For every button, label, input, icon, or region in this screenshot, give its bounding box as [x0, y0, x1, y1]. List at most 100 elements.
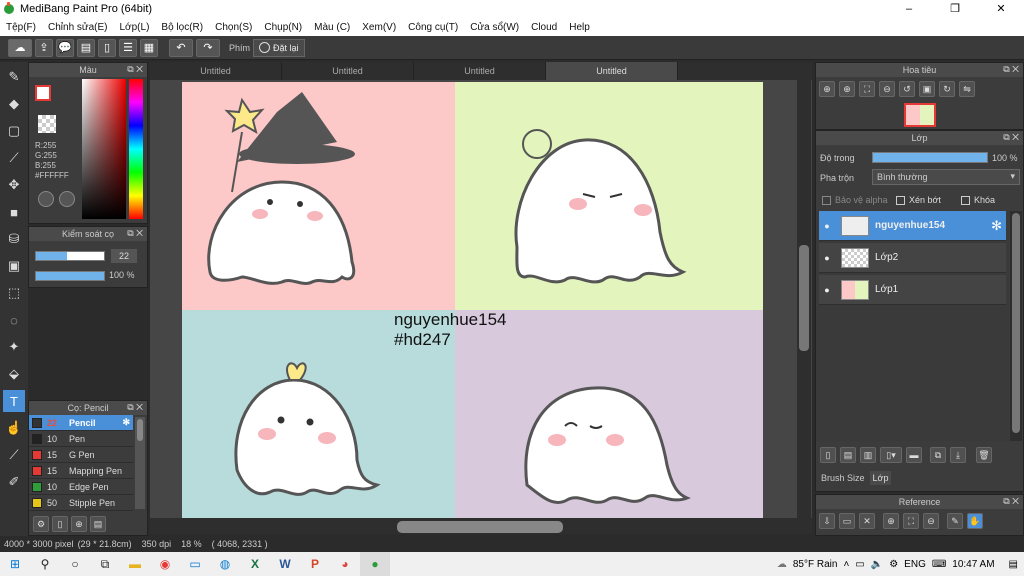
gear-icon[interactable]: ✻: [122, 417, 130, 428]
maximize-button[interactable]: ❐: [932, 0, 978, 18]
layout-icon[interactable]: ▦: [140, 38, 158, 57]
ime-icon[interactable]: ⚙: [889, 559, 898, 570]
panel-close-icon[interactable]: ⧉ ✕: [1003, 132, 1019, 143]
zoom-in-icon[interactable]: ⊕: [883, 513, 899, 529]
page-icon[interactable]: ▯: [98, 38, 116, 57]
clipping-checkbox[interactable]: Xén bớt: [896, 195, 941, 205]
brush-opacity-slider[interactable]: [35, 271, 105, 281]
file-explorer-icon[interactable]: ▬: [120, 552, 150, 576]
move-icon[interactable]: ✥: [3, 174, 25, 196]
layer-row[interactable]: ● Lớp2: [819, 243, 1006, 273]
clock-time[interactable]: 10:47 AM: [952, 559, 994, 570]
chrome-icon[interactable]: ◕: [330, 552, 360, 576]
brush-list-item[interactable]: 15 G Pen: [29, 447, 133, 463]
edge-icon[interactable]: ◍: [210, 552, 240, 576]
bucket-icon[interactable]: ⛁: [3, 228, 25, 250]
notification-icon[interactable]: ▤: [1009, 559, 1018, 570]
brush-list-item[interactable]: 15 Mapping Pen: [29, 463, 133, 479]
gear-icon[interactable]: ✻: [991, 218, 1002, 234]
speech-bubble-icon[interactable]: 💬: [56, 38, 74, 57]
artwork[interactable]: nguyenhue154 #hd247: [182, 82, 763, 518]
eraser-icon[interactable]: ◆: [3, 93, 25, 115]
rectangle-icon[interactable]: ▢: [3, 120, 25, 142]
cloud-icon[interactable]: ☁: [8, 38, 32, 57]
zoom-out-icon[interactable]: ⊖: [923, 513, 939, 529]
palette-add-icon[interactable]: [59, 191, 75, 207]
zoom-in-alt-icon[interactable]: ⊕: [839, 81, 855, 97]
close-icon[interactable]: ✕: [859, 513, 875, 529]
menu-filter[interactable]: Bộ lọc(R): [155, 22, 209, 33]
blend-select[interactable]: Bình thường ▾: [872, 169, 1020, 185]
canvas-vertical-scrollbar[interactable]: [797, 80, 811, 518]
menu-help[interactable]: Help: [563, 22, 596, 33]
operation-icon[interactable]: ☝: [3, 417, 25, 439]
weather-icon[interactable]: ☁: [777, 559, 787, 570]
dot-pen-icon[interactable]: ⟋: [3, 147, 25, 169]
select-pen-icon[interactable]: ⬙: [3, 363, 25, 385]
minimize-button[interactable]: –: [886, 0, 932, 18]
transparent-swatch[interactable]: [38, 115, 56, 133]
menu-layer[interactable]: Lớp(L): [114, 22, 156, 33]
this-pc-icon[interactable]: ▭: [180, 552, 210, 576]
menu-color[interactable]: Màu (C): [308, 22, 356, 33]
undo-icon[interactable]: ↶: [169, 38, 193, 57]
tab-untitled-4[interactable]: Untitled: [546, 62, 678, 80]
redo-icon[interactable]: ↷: [196, 38, 220, 57]
layer-row[interactable]: ● nguyenhue154 ✻: [819, 211, 1006, 241]
close-button[interactable]: ✕: [978, 0, 1024, 18]
menu-snap[interactable]: Chụp(N): [258, 22, 308, 33]
rotate-left-icon[interactable]: ↺: [899, 81, 915, 97]
panel-list-icon[interactable]: ☰: [119, 38, 137, 57]
volume-icon[interactable]: 🔈: [871, 559, 883, 570]
brush-list-item[interactable]: 10 Edge Pen: [29, 479, 133, 495]
tab-untitled-2[interactable]: Untitled: [282, 62, 414, 80]
menu-select[interactable]: Chọn(S): [209, 22, 258, 33]
merge-down-icon[interactable]: ⤓: [950, 447, 966, 463]
panel-close-icon[interactable]: ⧉ ✕: [127, 402, 143, 413]
network-icon[interactable]: ▭: [855, 559, 864, 570]
fill-rect-icon[interactable]: ■: [3, 201, 25, 223]
panel-close-icon[interactable]: ⧉ ✕: [1003, 496, 1019, 507]
new-brush-icon[interactable]: ▯: [52, 516, 68, 532]
new-1bit-layer-icon[interactable]: ▥: [860, 447, 876, 463]
menu-cloud[interactable]: Cloud: [525, 22, 563, 33]
panel-close-icon[interactable]: ⧉ ✕: [127, 64, 143, 75]
layer-row[interactable]: ● Lớp1: [819, 275, 1006, 305]
tab-untitled-1[interactable]: Untitled: [150, 62, 282, 80]
folder-icon[interactable]: ▬: [906, 447, 922, 463]
reset-view-icon[interactable]: ▣: [919, 81, 935, 97]
zoom-in-icon[interactable]: ⊕: [819, 81, 835, 97]
zoom-out-icon[interactable]: ⊖: [879, 81, 895, 97]
upload-icon[interactable]: ⇪: [35, 38, 53, 57]
color-spectrum[interactable]: [82, 79, 126, 219]
panel-close-icon[interactable]: ⧉ ✕: [1003, 64, 1019, 75]
add-brush-icon[interactable]: ⊕: [71, 516, 87, 532]
tab-brush-size[interactable]: Brush Size: [818, 471, 868, 485]
word-icon[interactable]: W: [270, 552, 300, 576]
rotate-right-icon[interactable]: ↻: [939, 81, 955, 97]
add-layer-menu-icon[interactable]: ▯▾: [880, 447, 902, 463]
tray-chevron-icon[interactable]: ˄: [843, 559, 849, 570]
lock-checkbox[interactable]: Khóa: [961, 195, 995, 205]
brush-props-icon[interactable]: ▤: [90, 516, 106, 532]
duplicate-layer-icon[interactable]: ⧉: [930, 447, 946, 463]
comment-icon[interactable]: ▤: [77, 38, 95, 57]
eyedropper-icon[interactable]: ⟋: [3, 444, 25, 466]
menu-file[interactable]: Tệp(F): [0, 22, 42, 33]
brush-icon[interactable]: ✎: [3, 66, 25, 88]
tab-untitled-3[interactable]: Untitled: [414, 62, 546, 80]
open-folder-icon[interactable]: ▭: [839, 513, 855, 529]
flip-icon[interactable]: ⇋: [959, 81, 975, 97]
brush-list-scrollbar[interactable]: [135, 417, 145, 509]
layer-opacity-slider[interactable]: [872, 152, 988, 163]
menu-tools[interactable]: Công cụ(T): [402, 22, 464, 33]
canvas-text[interactable]: nguyenhue154 #hd247: [394, 310, 507, 350]
cloud-download-icon[interactable]: ⇩: [819, 513, 835, 529]
search-icon[interactable]: ⚲: [30, 552, 60, 576]
cortana-icon[interactable]: ○: [60, 552, 90, 576]
media-app-icon[interactable]: ◉: [150, 552, 180, 576]
tab-layer[interactable]: Lớp: [869, 471, 892, 485]
eyedropper-icon[interactable]: ✎: [947, 513, 963, 529]
new-layer-icon[interactable]: ▯: [820, 447, 836, 463]
visibility-icon[interactable]: ●: [819, 285, 835, 295]
